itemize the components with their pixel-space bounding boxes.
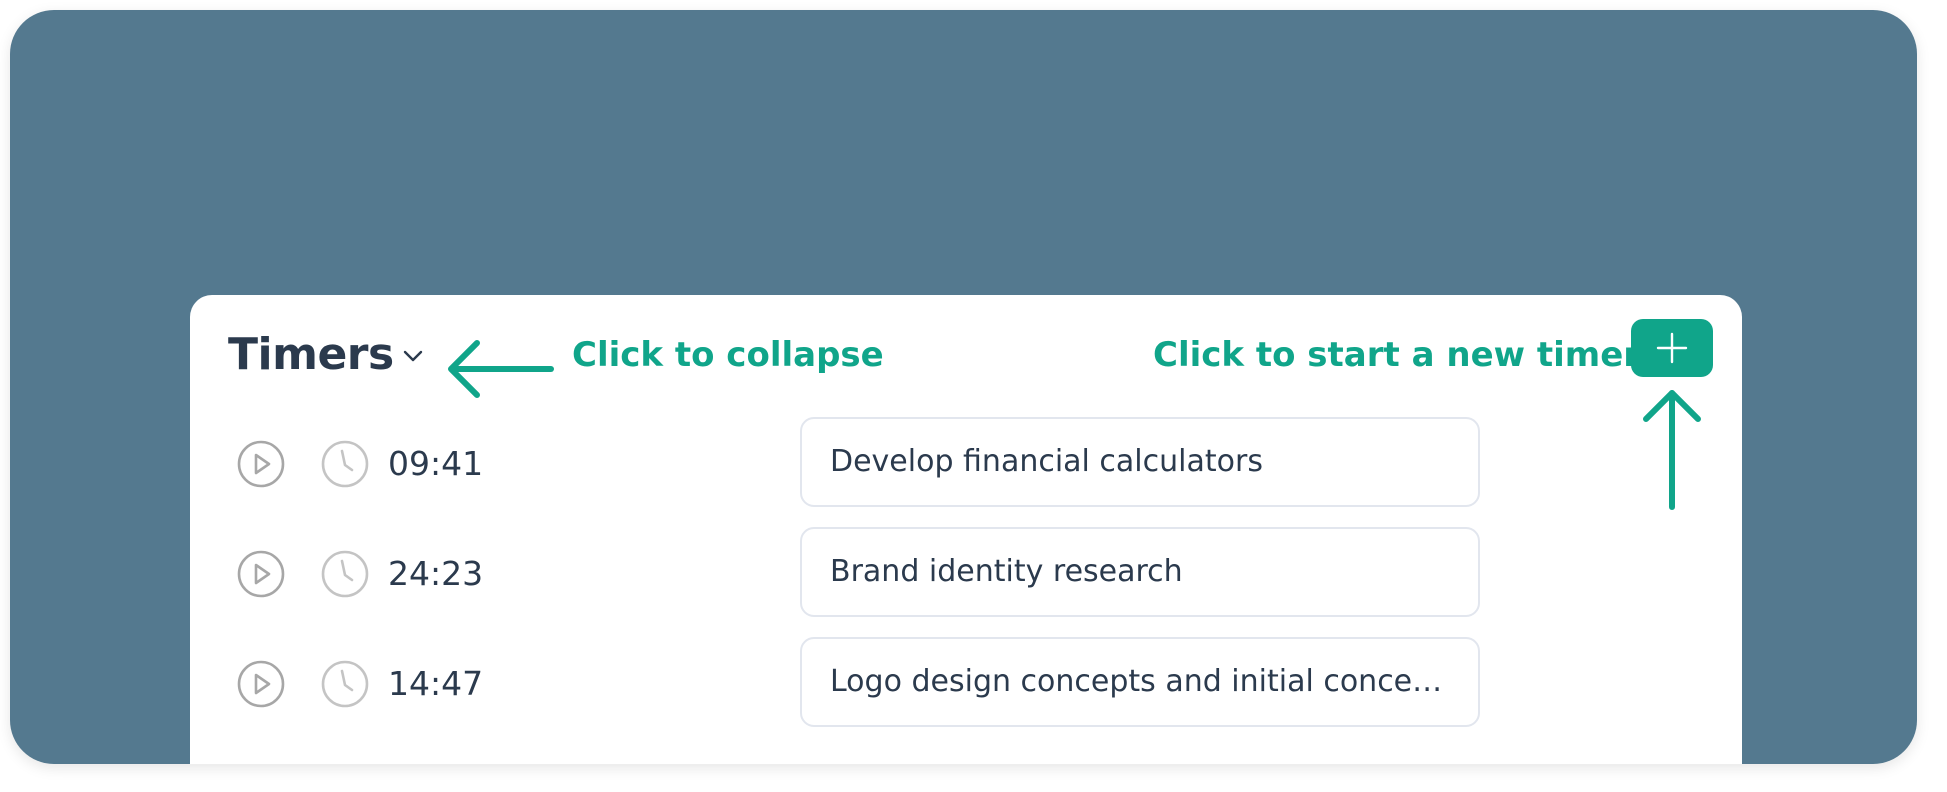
timer-elapsed: 24:23	[388, 554, 484, 593]
timers-panel: Timers Click to collapse Click to start …	[190, 295, 1742, 764]
task-name-input[interactable]: Logo design concepts and initial concep.…	[800, 637, 1480, 727]
timer-elapsed: 09:41	[388, 444, 484, 483]
task-name-input[interactable]: Brand identity research	[800, 527, 1480, 617]
clock-icon	[321, 550, 369, 598]
chevron-down-icon[interactable]	[400, 343, 426, 369]
clock-icon	[321, 660, 369, 708]
collapse-hint: Click to collapse	[572, 335, 884, 375]
new-timer-hint: Click to start a new timer	[1153, 335, 1641, 375]
play-icon[interactable]	[236, 659, 286, 709]
panel-title: Timers	[228, 329, 394, 380]
timer-row: 09:41 Develop financial calculators	[190, 417, 1742, 509]
task-name-input[interactable]: Develop financial calculators	[800, 417, 1480, 507]
play-icon[interactable]	[236, 549, 286, 599]
add-timer-button[interactable]	[1631, 319, 1713, 377]
background-frame: Timers Click to collapse Click to start …	[10, 10, 1917, 764]
timer-elapsed: 14:47	[388, 664, 484, 703]
clock-icon	[321, 440, 369, 488]
timer-row: 14:47 Logo design concepts and initial c…	[190, 637, 1742, 729]
arrow-left-icon	[448, 340, 554, 398]
timer-row: 24:23 Brand identity research	[190, 527, 1742, 619]
plus-icon	[1656, 332, 1688, 364]
play-icon[interactable]	[236, 439, 286, 489]
